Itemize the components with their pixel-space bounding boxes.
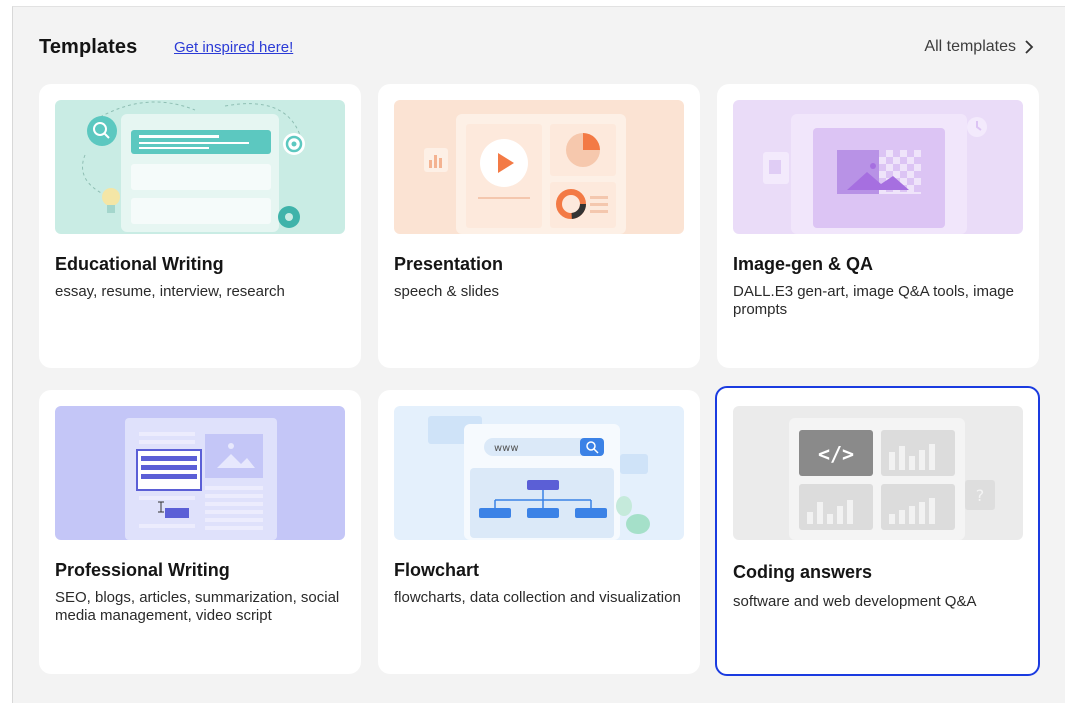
- card-description: SEO, blogs, articles, summarization, soc…: [55, 589, 340, 624]
- card-title: Coding answers: [733, 562, 873, 582]
- professional-writing-illustration-icon: [55, 406, 345, 540]
- template-card-educational-writing[interactable]: Educational Writing essay, resume, inter…: [39, 84, 361, 368]
- card-title: Professional Writing: [55, 560, 230, 580]
- card-description: software and web development Q&A: [733, 593, 977, 610]
- educational-writing-illustration-icon: [55, 100, 345, 234]
- section-title: Templates: [39, 36, 138, 58]
- card-description: DALL.E3 gen-art, image Q&A tools, image …: [733, 283, 1014, 318]
- template-card-image-gen-qa[interactable]: Image-gen & QA DALL.E3 gen-art, image Q&…: [717, 84, 1039, 368]
- flowchart-illustration-icon: www: [394, 406, 684, 540]
- template-card-professional-writing[interactable]: Professional Writing SEO, blogs, article…: [39, 390, 361, 674]
- coding-answers-thumbnail: </> ?: [733, 406, 1023, 540]
- template-card-presentation[interactable]: Presentation speech & slides: [378, 84, 700, 368]
- all-templates-link[interactable]: All templates: [924, 38, 1034, 56]
- professional-writing-thumbnail: [55, 406, 345, 540]
- svg-text:</>: </>: [818, 442, 854, 466]
- template-card-coding-answers[interactable]: </> ? Coding answers software and web de…: [715, 386, 1040, 676]
- card-description: speech & slides: [394, 283, 500, 300]
- coding-answers-illustration-icon: </> ?: [733, 406, 1023, 540]
- image-gen-thumbnail: [733, 100, 1023, 234]
- presentation-thumbnail: [394, 100, 684, 234]
- templates-header: Templates Get inspired here! All templat…: [39, 36, 1034, 64]
- template-card-flowchart[interactable]: www Flowchart flowcharts, data collectio…: [378, 390, 700, 674]
- flowchart-thumbnail: www: [394, 406, 684, 540]
- card-description: flowcharts, data collection and visualiz…: [394, 589, 681, 606]
- presentation-illustration-icon: [394, 100, 684, 234]
- image-gen-illustration-icon: [733, 100, 1023, 234]
- card-title: Flowchart: [394, 560, 480, 580]
- all-templates-label: All templates: [924, 38, 1016, 55]
- card-title: Presentation: [394, 254, 504, 274]
- educational-writing-thumbnail: [55, 100, 345, 234]
- card-title: Educational Writing: [55, 254, 224, 274]
- svg-text:www: www: [494, 443, 519, 454]
- card-title: Image-gen & QA: [733, 254, 874, 274]
- chevron-right-icon: [1025, 40, 1034, 54]
- card-description: essay, resume, interview, research: [55, 283, 285, 300]
- get-inspired-link[interactable]: Get inspired here!: [174, 39, 293, 56]
- svg-text:?: ?: [976, 486, 985, 505]
